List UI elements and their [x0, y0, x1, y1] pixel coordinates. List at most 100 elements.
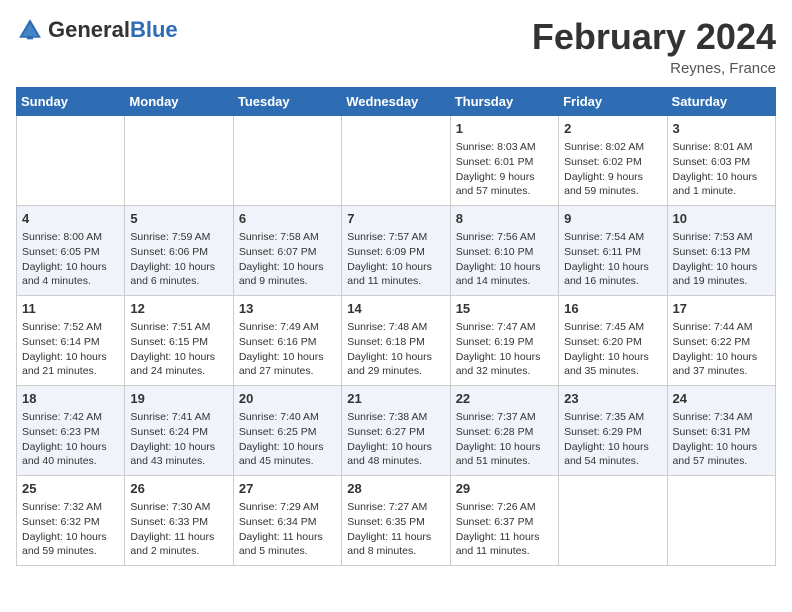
day-cell: 5Sunrise: 7:59 AM Sunset: 6:06 PM Daylig…	[125, 206, 233, 296]
day-cell: 16 Sunrise: 7:45 AM Sunset: 6:20 PM Dayli…	[559, 296, 667, 386]
day-info: Sunrise: 7:35 AM Sunset: 6:29 PM Dayligh…	[564, 410, 661, 469]
day-cell: 28 Sunrise: 7:27 AM Sunset: 6:35 PM Dayli…	[342, 476, 450, 566]
day-number: 8	[456, 210, 553, 228]
day-number: 3	[673, 120, 770, 138]
day-cell	[559, 476, 667, 566]
day-number: 26	[130, 480, 227, 498]
day-cell: 27 Sunrise: 7:29 AM Sunset: 6:34 PM Dayli…	[233, 476, 341, 566]
day-number: 17	[673, 300, 770, 318]
calendar-table: SundayMondayTuesdayWednesdayThursdayFrid…	[16, 87, 776, 566]
day-number: 7	[347, 210, 444, 228]
day-cell: 4 Sunrise: 8:00 AM Sunset: 6:05 PM Daylig…	[17, 206, 125, 296]
day-info: Sunrise: 7:27 AM Sunset: 6:35 PM Dayligh…	[347, 500, 444, 559]
day-info: Sunrise: 7:52 AM Sunset: 6:14 PM Dayligh…	[22, 320, 119, 379]
day-cell	[125, 116, 233, 206]
day-cell: 14 Sunrise: 7:48 AM Sunset: 6:18 PM Dayli…	[342, 296, 450, 386]
day-number: 15	[456, 300, 553, 318]
day-number: 5	[130, 210, 227, 228]
day-cell: 1Sunrise: 8:03 AM Sunset: 6:01 PM Daylig…	[450, 116, 558, 206]
day-info: Sunrise: 8:00 AM Sunset: 6:05 PM Dayligh…	[22, 230, 119, 289]
day-number: 20	[239, 390, 336, 408]
day-info: Sunrise: 8:02 AM Sunset: 6:02 PM Dayligh…	[564, 140, 661, 199]
day-cell: 2 Sunrise: 8:02 AM Sunset: 6:02 PM Daylig…	[559, 116, 667, 206]
day-info: Sunrise: 7:58 AM Sunset: 6:07 PM Dayligh…	[239, 230, 336, 289]
day-cell: 19Sunrise: 7:41 AM Sunset: 6:24 PM Dayli…	[125, 386, 233, 476]
day-info: Sunrise: 7:32 AM Sunset: 6:32 PM Dayligh…	[22, 500, 119, 559]
day-cell: 26 Sunrise: 7:30 AM Sunset: 6:33 PM Dayli…	[125, 476, 233, 566]
day-header-tuesday: Tuesday	[233, 88, 341, 116]
week-row-4: 18 Sunrise: 7:42 AM Sunset: 6:23 PM Dayli…	[17, 386, 776, 476]
day-number: 12	[130, 300, 227, 318]
day-cell: 20 Sunrise: 7:40 AM Sunset: 6:25 PM Dayli…	[233, 386, 341, 476]
week-row-3: 11 Sunrise: 7:52 AM Sunset: 6:14 PM Dayli…	[17, 296, 776, 386]
day-cell: 13 Sunrise: 7:49 AM Sunset: 6:16 PM Dayli…	[233, 296, 341, 386]
day-cell: 8 Sunrise: 7:56 AM Sunset: 6:10 PM Daylig…	[450, 206, 558, 296]
day-info: Sunrise: 7:34 AM Sunset: 6:31 PM Dayligh…	[673, 410, 770, 469]
day-cell: 23 Sunrise: 7:35 AM Sunset: 6:29 PM Dayli…	[559, 386, 667, 476]
day-info: Sunrise: 7:29 AM Sunset: 6:34 PM Dayligh…	[239, 500, 336, 559]
day-info: Sunrise: 7:49 AM Sunset: 6:16 PM Dayligh…	[239, 320, 336, 379]
day-info: Sunrise: 7:45 AM Sunset: 6:20 PM Dayligh…	[564, 320, 661, 379]
day-header-monday: Monday	[125, 88, 233, 116]
day-cell: 12 Sunrise: 7:51 AM Sunset: 6:15 PM Dayli…	[125, 296, 233, 386]
day-info: Sunrise: 7:48 AM Sunset: 6:18 PM Dayligh…	[347, 320, 444, 379]
day-cell: 29 Sunrise: 7:26 AM Sunset: 6:37 PM Dayli…	[450, 476, 558, 566]
day-number: 6	[239, 210, 336, 228]
day-info: Sunrise: 7:56 AM Sunset: 6:10 PM Dayligh…	[456, 230, 553, 289]
day-info: Sunrise: 7:40 AM Sunset: 6:25 PM Dayligh…	[239, 410, 336, 469]
day-header-wednesday: Wednesday	[342, 88, 450, 116]
day-cell: 3 Sunrise: 8:01 AM Sunset: 6:03 PM Daylig…	[667, 116, 775, 206]
day-number: 14	[347, 300, 444, 318]
day-number: 11	[22, 300, 119, 318]
day-number: 18	[22, 390, 119, 408]
calendar-title: February 2024	[532, 16, 776, 58]
day-info: Sunrise: 7:44 AM Sunset: 6:22 PM Dayligh…	[673, 320, 770, 379]
day-cell	[667, 476, 775, 566]
day-cell: 24 Sunrise: 7:34 AM Sunset: 6:31 PM Dayli…	[667, 386, 775, 476]
day-cell: 25 Sunrise: 7:32 AM Sunset: 6:32 PM Dayli…	[17, 476, 125, 566]
day-number: 29	[456, 480, 553, 498]
day-number: 16	[564, 300, 661, 318]
week-row-2: 4 Sunrise: 8:00 AM Sunset: 6:05 PM Daylig…	[17, 206, 776, 296]
day-cell	[233, 116, 341, 206]
day-cell: 10Sunrise: 7:53 AM Sunset: 6:13 PM Dayli…	[667, 206, 775, 296]
day-info: Sunrise: 7:41 AM Sunset: 6:24 PM Dayligh…	[130, 410, 227, 469]
day-info: Sunrise: 7:57 AM Sunset: 6:09 PM Dayligh…	[347, 230, 444, 289]
day-number: 4	[22, 210, 119, 228]
day-number: 2	[564, 120, 661, 138]
day-number: 27	[239, 480, 336, 498]
day-header-sunday: Sunday	[17, 88, 125, 116]
logo-text: GeneralBlue	[48, 19, 178, 42]
week-row-5: 25 Sunrise: 7:32 AM Sunset: 6:32 PM Dayli…	[17, 476, 776, 566]
day-number: 13	[239, 300, 336, 318]
day-number: 1	[456, 120, 553, 138]
day-number: 23	[564, 390, 661, 408]
day-info: Sunrise: 7:51 AM Sunset: 6:15 PM Dayligh…	[130, 320, 227, 379]
day-number: 22	[456, 390, 553, 408]
day-cell	[342, 116, 450, 206]
day-number: 28	[347, 480, 444, 498]
day-header-row: SundayMondayTuesdayWednesdayThursdayFrid…	[17, 88, 776, 116]
day-cell: 15Sunrise: 7:47 AM Sunset: 6:19 PM Dayli…	[450, 296, 558, 386]
day-info: Sunrise: 7:30 AM Sunset: 6:33 PM Dayligh…	[130, 500, 227, 559]
day-info: Sunrise: 7:26 AM Sunset: 6:37 PM Dayligh…	[456, 500, 553, 559]
day-cell	[17, 116, 125, 206]
day-header-saturday: Saturday	[667, 88, 775, 116]
day-header-thursday: Thursday	[450, 88, 558, 116]
day-number: 24	[673, 390, 770, 408]
day-header-friday: Friday	[559, 88, 667, 116]
day-cell: 7 Sunrise: 7:57 AM Sunset: 6:09 PM Daylig…	[342, 206, 450, 296]
day-cell: 9Sunrise: 7:54 AM Sunset: 6:11 PM Daylig…	[559, 206, 667, 296]
day-number: 21	[347, 390, 444, 408]
logo: GeneralBlue	[16, 16, 178, 44]
day-info: Sunrise: 7:37 AM Sunset: 6:28 PM Dayligh…	[456, 410, 553, 469]
day-cell: 22 Sunrise: 7:37 AM Sunset: 6:28 PM Dayli…	[450, 386, 558, 476]
day-info: Sunrise: 8:01 AM Sunset: 6:03 PM Dayligh…	[673, 140, 770, 199]
day-cell: 11 Sunrise: 7:52 AM Sunset: 6:14 PM Dayli…	[17, 296, 125, 386]
day-number: 25	[22, 480, 119, 498]
calendar-subtitle: Reynes, France	[532, 60, 776, 77]
day-info: Sunrise: 7:42 AM Sunset: 6:23 PM Dayligh…	[22, 410, 119, 469]
title-area: February 2024 Reynes, France	[532, 16, 776, 77]
week-row-1: 1Sunrise: 8:03 AM Sunset: 6:01 PM Daylig…	[17, 116, 776, 206]
day-cell: 6 Sunrise: 7:58 AM Sunset: 6:07 PM Daylig…	[233, 206, 341, 296]
